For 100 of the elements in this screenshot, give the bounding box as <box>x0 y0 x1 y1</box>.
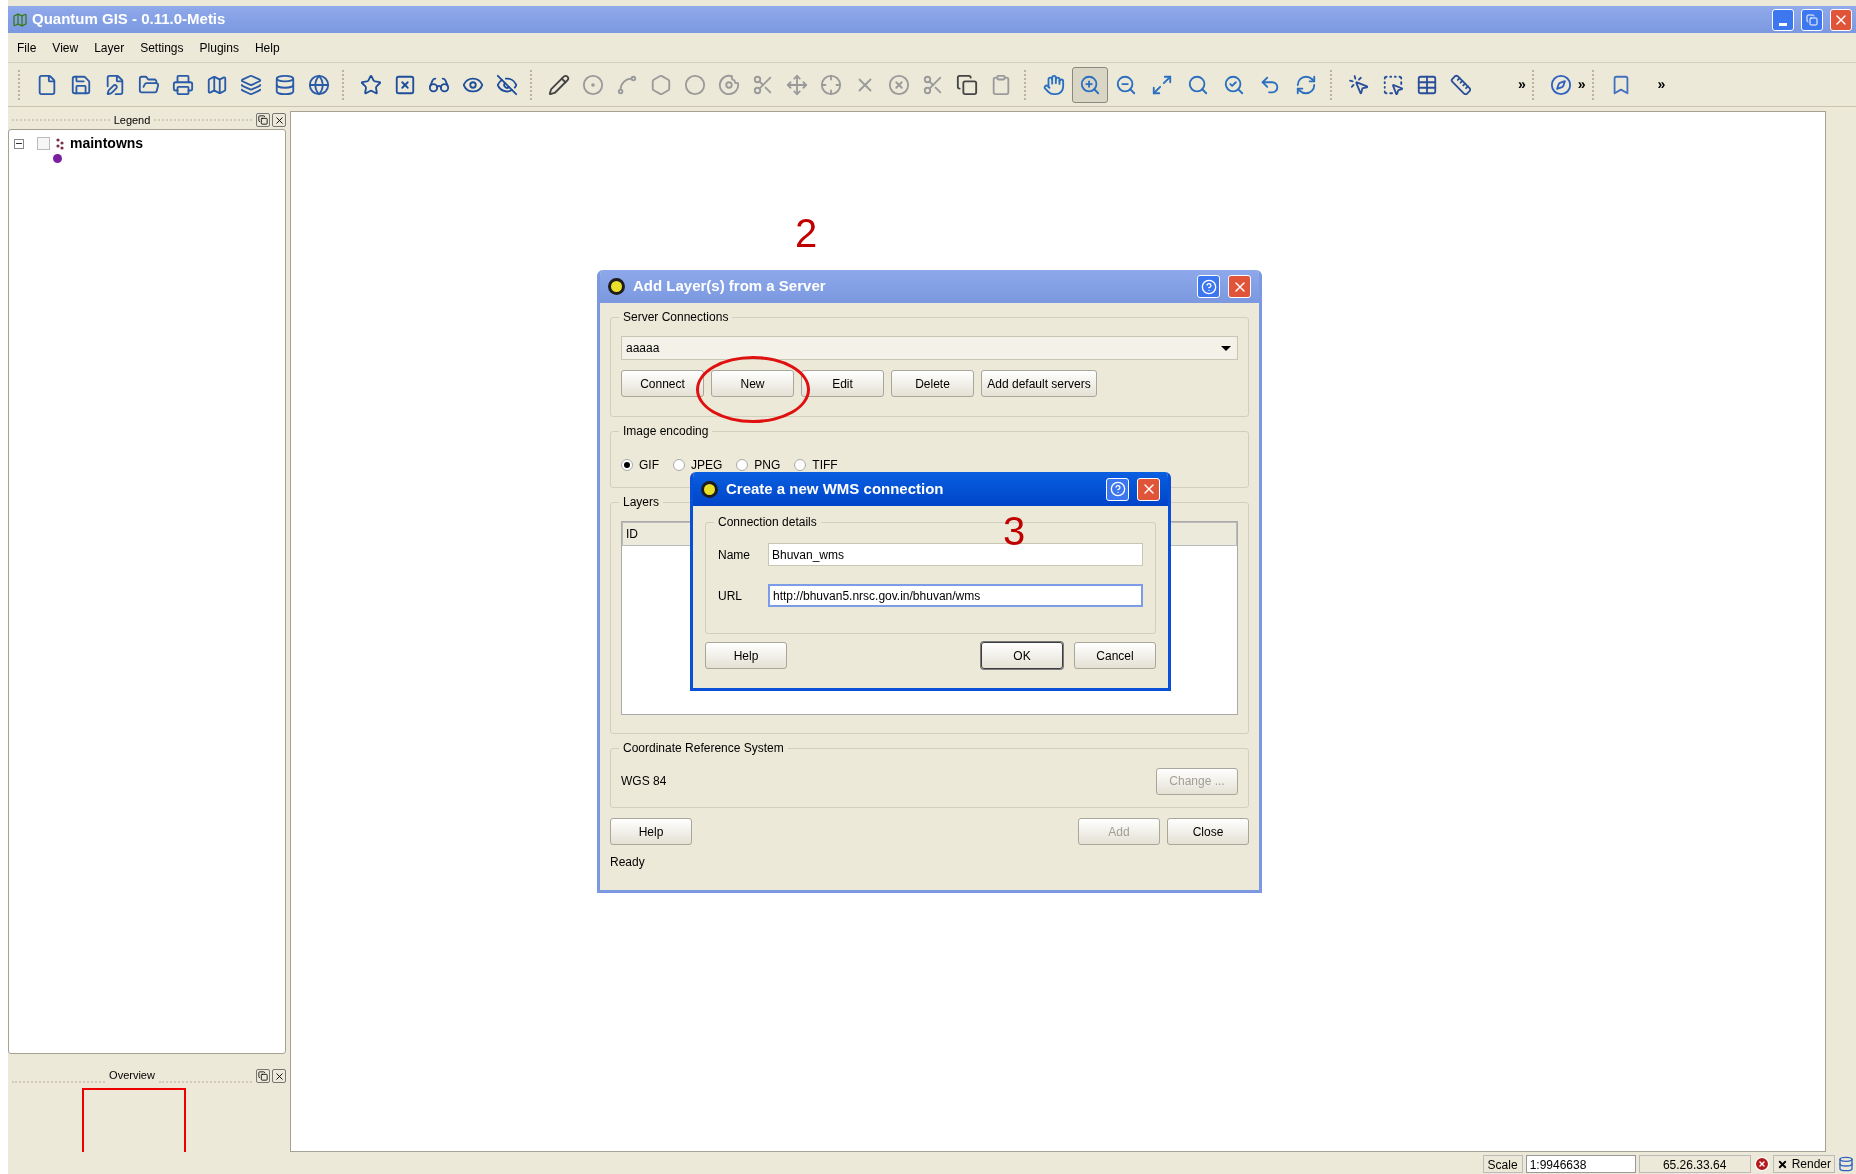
encoding-radio[interactable]: PNG <box>736 456 781 474</box>
render-checkbox[interactable]: Render <box>1772 1155 1835 1173</box>
app-logo-icon <box>701 480 718 498</box>
dialog-button[interactable]: Help <box>705 642 787 669</box>
refresh-icon <box>1295 73 1317 96</box>
crs-value: WGS 84 <box>621 773 667 790</box>
encoding-radio[interactable]: TIFF <box>794 456 838 474</box>
eye-closed-icon <box>496 73 518 96</box>
help-button[interactable] <box>1106 477 1129 501</box>
printer-icon <box>172 73 194 96</box>
zoom-out-icon <box>1115 73 1137 96</box>
star-layer-icon <box>360 73 382 96</box>
panel-title: Overview <box>109 1067 155 1083</box>
dialog-button[interactable]: OK <box>981 642 1063 669</box>
split-icon <box>752 73 774 96</box>
points-icon <box>55 137 65 150</box>
encoding-radio[interactable]: JPEG <box>673 456 723 474</box>
dialog-title: Add Layer(s) from a Server <box>633 276 827 297</box>
encoding-radio[interactable]: GIF <box>621 456 659 474</box>
save-as-icon <box>104 73 126 96</box>
toolbar-overflow[interactable]: » <box>1518 74 1526 95</box>
paste-icon <box>990 73 1012 96</box>
layer-checkbox[interactable] <box>37 137 50 150</box>
zoom-in-icon <box>1079 73 1101 96</box>
projection-icon <box>1838 1156 1854 1172</box>
point-symbol <box>53 154 62 163</box>
add-raster-layer-icon <box>240 73 262 96</box>
server-button[interactable]: New <box>711 370 794 397</box>
map-tool-button[interactable] <box>1072 66 1108 103</box>
check-mark-icon <box>1776 1158 1788 1170</box>
attribute-table-icon <box>1416 73 1438 96</box>
column-header[interactable]: ID <box>623 525 638 543</box>
ruler-icon <box>1450 73 1472 96</box>
zoom-layer-icon <box>1223 73 1245 96</box>
menu-item[interactable]: Help <box>247 38 287 57</box>
restore-icon <box>1806 13 1818 26</box>
copy-icon <box>956 73 978 96</box>
server-button[interactable]: Connect <box>621 370 704 397</box>
scale-field[interactable]: 1:9946638 <box>1525 1155 1636 1173</box>
server-button[interactable]: Delete <box>891 370 974 397</box>
line-icon <box>616 73 638 96</box>
delete-icon <box>888 73 910 96</box>
remove-layer-icon <box>394 73 416 96</box>
minimize-button[interactable] <box>1772 8 1794 31</box>
group-title: Layers <box>619 494 664 510</box>
group-title: Image encoding <box>619 423 713 439</box>
close-button[interactable] <box>272 113 286 127</box>
close-icon <box>273 114 285 126</box>
field-label: URL <box>718 587 743 605</box>
add-globe-layer-icon <box>308 73 330 96</box>
donut-icon <box>718 73 740 96</box>
toolbar-overflow[interactable]: » <box>1577 74 1586 95</box>
stop-render-icon <box>1753 1156 1770 1172</box>
window-title: Quantum GIS - 0.11.0-Metis <box>32 9 227 30</box>
scale-label: Scale <box>1482 1155 1523 1173</box>
server-combo-box[interactable]: aaaaa <box>621 336 1238 360</box>
step-number: 2 <box>795 213 818 253</box>
zoom-full-icon <box>1151 73 1173 96</box>
toolbar-overflow[interactable]: » <box>1657 74 1666 95</box>
layer-name[interactable]: maintowns <box>70 133 144 154</box>
dialog-button[interactable]: Cancel <box>1074 642 1156 669</box>
menu-item[interactable]: Plugins <box>192 38 246 57</box>
menu-item[interactable]: View <box>45 38 86 57</box>
menu-item[interactable]: Layer <box>87 38 132 57</box>
close-icon <box>273 1070 285 1082</box>
open-folder-icon <box>138 73 160 96</box>
identify-icon <box>1348 73 1370 96</box>
new-file-icon <box>36 73 58 96</box>
panel-title: Legend <box>113 112 151 128</box>
text-field[interactable]: http://bhuvan5.nrsc.gov.in/bhuvan/wms <box>768 584 1143 607</box>
save-icon <box>70 73 92 96</box>
float-icon <box>258 1071 268 1081</box>
dialog-title: Create a new WMS connection <box>726 478 945 499</box>
pan-icon <box>1043 73 1065 96</box>
zoom-selection-icon <box>1187 73 1209 96</box>
move-icon <box>786 73 808 96</box>
ring-icon <box>684 73 706 96</box>
polygon-icon <box>650 73 672 96</box>
menu-item[interactable]: Settings <box>133 38 191 57</box>
help-button[interactable] <box>1197 275 1220 298</box>
dialog-button[interactable]: Help <box>610 818 692 845</box>
float-button[interactable] <box>256 113 270 127</box>
points-icon <box>582 73 604 96</box>
select-icon <box>1382 73 1404 96</box>
server-button[interactable]: Add default servers <box>981 370 1097 397</box>
crosshair-icon <box>820 73 842 96</box>
cut-icon <box>922 73 944 96</box>
float-icon <box>258 115 268 125</box>
field-label: Name <box>718 546 751 564</box>
tree-toggle[interactable] <box>14 138 24 149</box>
server-button[interactable]: Edit <box>801 370 884 397</box>
pencil-icon <box>548 73 570 96</box>
status-text: Ready <box>610 854 646 871</box>
add-database-layer-icon <box>274 73 296 96</box>
dialog-button[interactable]: Close <box>1167 818 1249 845</box>
close-button[interactable] <box>272 1069 286 1083</box>
menu-item[interactable]: File <box>10 38 44 57</box>
help-icon <box>1109 481 1126 497</box>
restore-button[interactable] <box>1801 8 1823 31</box>
float-button[interactable] <box>256 1069 270 1083</box>
